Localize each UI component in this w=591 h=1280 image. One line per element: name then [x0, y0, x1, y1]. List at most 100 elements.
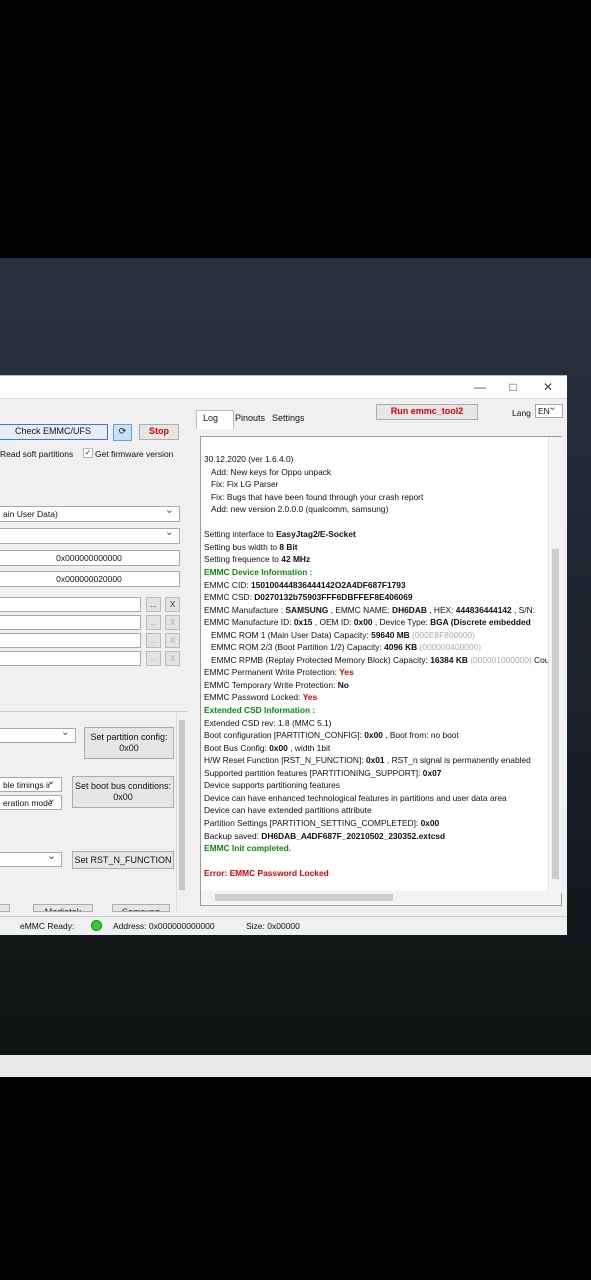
- log-text: 444836444142: [455, 604, 512, 615]
- lang-select[interactable]: EN: [535, 404, 563, 418]
- log-line: Setting frequence to 42 MHz: [204, 554, 310, 564]
- log-text: 4096 KB: [384, 642, 418, 653]
- operation-mode-select[interactable]: eration mode: [0, 795, 62, 810]
- left-scrollbar[interactable]: [176, 712, 187, 912]
- log-text: 0x00: [420, 817, 440, 828]
- log-text: 30.12.2020 (ver 1.6.4.0): [204, 454, 294, 464]
- browse-button-1[interactable]: ...: [146, 597, 161, 612]
- screen-strip: [0, 1055, 591, 1077]
- log-line: Boot configuration [PARTITION_CONFIG]: 0…: [204, 730, 459, 740]
- bottom-black-bar: [0, 1077, 591, 1280]
- log-text: Backup saved:: [204, 830, 262, 841]
- log-horizontal-scrollbar[interactable]: [201, 891, 561, 904]
- log-line: Partition Settings [PARTITION_SETTING_CO…: [204, 818, 439, 828]
- bottom-partial-button[interactable]: [0, 904, 10, 912]
- refresh-icon[interactable]: ⟳: [113, 424, 132, 441]
- set-rst-function-button[interactable]: Set RST_N_FUNCTION: [72, 851, 174, 869]
- log-text: 16384 KB: [430, 654, 468, 665]
- firmware-checkbox[interactable]: ✓: [83, 448, 93, 458]
- log-text: EMMC Init completed.: [204, 843, 292, 854]
- log-text: DH6DAB: [392, 604, 427, 615]
- clear-button-2[interactable]: X: [165, 615, 180, 630]
- clear-button-4[interactable]: X: [165, 651, 180, 666]
- log-line: EMMC Manufacture : SAMSUNG , EMMC NAME: …: [204, 605, 535, 615]
- check-emmc-button[interactable]: Check EMMC/UFS: [0, 424, 108, 440]
- log-text: EMMC ROM 1 (Main User Data) Capacity:: [211, 629, 372, 640]
- log-line: Supported partition features [PARTITIONI…: [204, 768, 441, 778]
- read-soft-partitions-label[interactable]: Read soft partitions: [0, 449, 73, 459]
- set-boot-bus-button[interactable]: Set boot bus conditions: 0x00: [72, 776, 174, 808]
- file-path-field-1[interactable]: [0, 597, 141, 612]
- partition-config-value: 0x00: [119, 743, 139, 753]
- file-path-field-4[interactable]: [0, 651, 141, 666]
- run-emmc-tool-button[interactable]: Run emmc_tool2: [376, 404, 478, 420]
- log-text: , EMMC NAME:: [328, 604, 393, 615]
- log-hscroll-thumb[interactable]: [215, 894, 393, 901]
- browse-button-4[interactable]: ...: [146, 651, 161, 666]
- address-end-field[interactable]: 0x000000020000: [0, 571, 180, 587]
- log-text: (000001000000): [467, 654, 532, 665]
- close-button[interactable]: ✕: [538, 378, 558, 396]
- log-text: D0270132b75903FFF6DBFFEF8E406069: [254, 592, 413, 603]
- log-text: SAMSUNG: [285, 604, 329, 615]
- log-text: 0x15: [293, 617, 313, 628]
- address-status: Address: 0x000000000000: [113, 921, 215, 931]
- log-text: Cou: [531, 654, 550, 665]
- file-path-field-2[interactable]: [0, 615, 141, 630]
- log-text: EMMC CSD:: [204, 592, 255, 603]
- config-select[interactable]: [0, 728, 76, 743]
- log-text: 0x00: [364, 730, 383, 741]
- log-line: Add: new version 2.0.0.0 (qualcomm, sams…: [204, 504, 388, 514]
- log-text: EMMC Permanent Write Protection:: [204, 667, 340, 678]
- status-led-icon: [91, 920, 102, 931]
- log-text: Setting interface to: [204, 529, 277, 540]
- log-line: Error: EMMC Password Locked: [204, 868, 329, 878]
- tab-log[interactable]: Log: [197, 411, 224, 425]
- log-text: Setting bus width to: [204, 541, 280, 552]
- log-line: EMMC Manufacture ID: 0x15 , OEM ID: 0x00…: [204, 617, 531, 627]
- partition-select[interactable]: ain User Data): [0, 506, 180, 522]
- log-text: Boot Bus Config:: [204, 742, 270, 753]
- log-line: EMMC Password Locked: Yes: [204, 692, 317, 702]
- log-text: EMMC Device Information :: [204, 566, 313, 577]
- minimize-button[interactable]: —: [470, 378, 490, 396]
- log-text: Extended CSD Information :: [204, 705, 316, 715]
- log-line: Setting interface to EasyJtag2/E-Socket: [204, 529, 356, 539]
- maximize-button[interactable]: □: [503, 378, 523, 396]
- samsung-button[interactable]: Samsung: [112, 904, 170, 912]
- log-text: , HEX:: [426, 604, 456, 615]
- log-text: Fix: Fix LG Parser: [211, 479, 279, 490]
- log-text: Yes: [302, 692, 318, 703]
- title-bar: — □ ✕: [0, 376, 567, 399]
- log-text: 150100444836444142O2A4DF687F1793: [251, 579, 406, 590]
- tab-pinouts[interactable]: Pinouts: [229, 411, 271, 425]
- browse-button-2[interactable]: ...: [146, 615, 161, 630]
- log-text: 8 Bit: [279, 541, 298, 552]
- log-line: EMMC CID: 150100444836444142O2A4DF687F17…: [204, 580, 406, 590]
- rst-select[interactable]: [0, 852, 62, 867]
- second-select[interactable]: [0, 528, 180, 544]
- mediatek-button[interactable]: Mediatek: [33, 904, 93, 912]
- log-text: , RST_n signal is permanently enabled: [384, 755, 531, 766]
- timings-select[interactable]: ble timings ir: [0, 777, 62, 792]
- left-scrollbar-thumb[interactable]: [179, 720, 185, 890]
- address-start-field[interactable]: 0x000000000000: [0, 550, 180, 566]
- log-line: EMMC Temporary Write Protection: No: [204, 680, 349, 690]
- log-vscroll-thumb[interactable]: [552, 549, 559, 879]
- log-text: Device can have enhanced technological f…: [204, 792, 507, 803]
- stop-button[interactable]: Stop: [139, 424, 179, 440]
- log-vertical-scrollbar[interactable]: [548, 437, 562, 893]
- get-firmware-version-label: Get firmware version: [95, 449, 174, 459]
- log-text: (000000400000): [417, 642, 482, 653]
- browse-button-3[interactable]: ...: [146, 633, 161, 648]
- clear-button-1[interactable]: X: [165, 597, 180, 612]
- set-partition-config-button[interactable]: Set partition config: 0x00: [84, 727, 174, 759]
- log-text: Setting frequence to: [204, 554, 282, 565]
- file-path-field-3[interactable]: [0, 633, 141, 648]
- tab-settings[interactable]: Settings: [266, 411, 311, 425]
- log-text: Yes: [339, 667, 354, 678]
- log-text: EMMC ROM 2/3 (Boot Partition 1/2) Capaci…: [211, 642, 385, 653]
- clear-button-3[interactable]: X: [165, 633, 180, 648]
- top-black-bar: [0, 0, 591, 258]
- log-text: 0x01: [365, 755, 385, 766]
